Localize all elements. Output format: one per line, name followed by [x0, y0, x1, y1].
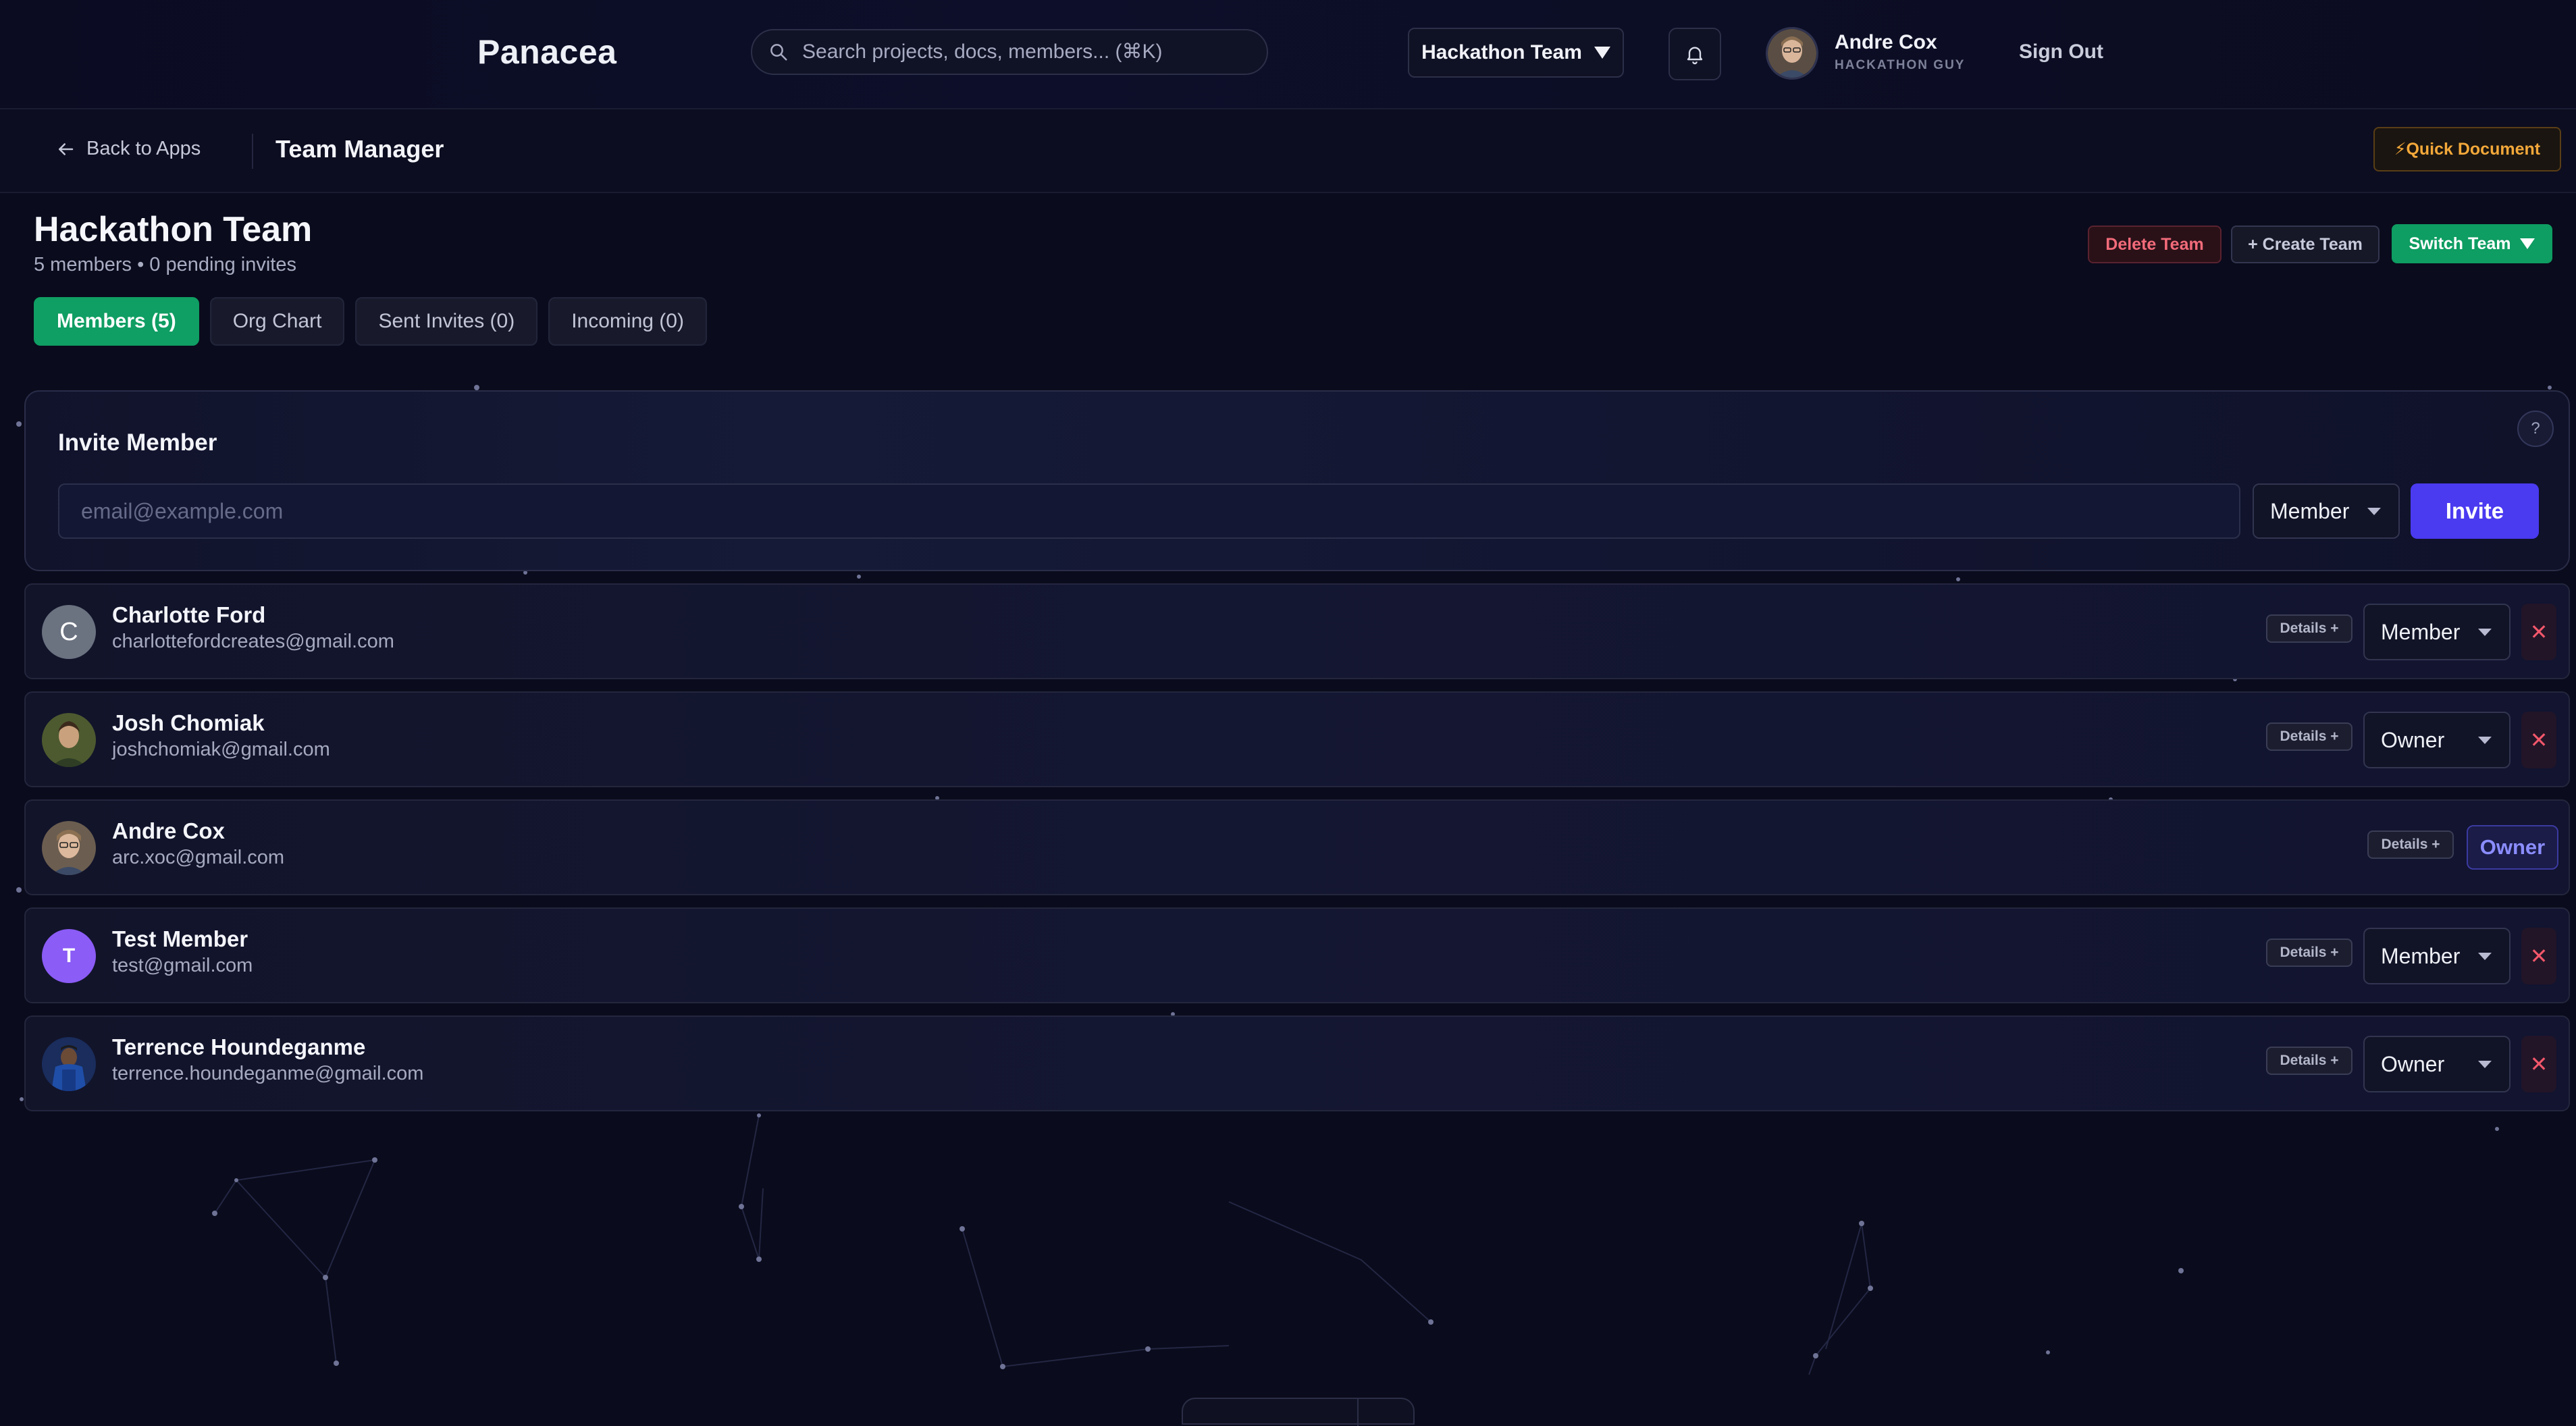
member-name: Charlotte Ford [112, 602, 266, 627]
member-details-button[interactable]: Details + [2266, 1047, 2352, 1075]
caret-down-icon [2520, 238, 2535, 249]
remove-member-button[interactable]: ✕ [2521, 928, 2556, 984]
member-role-value: Owner [2381, 1051, 2445, 1076]
member-photo-icon [42, 821, 96, 875]
tab-incoming[interactable]: Incoming (0) [548, 297, 707, 346]
member-photo-icon [42, 713, 96, 767]
user-name: Andre Cox [1835, 31, 1937, 53]
back-to-apps-label: Back to Apps [86, 138, 201, 159]
chevron-down-icon [2478, 629, 2492, 636]
remove-member-button[interactable]: ✕ [2521, 712, 2556, 768]
member-name: Test Member [112, 926, 248, 951]
member-details-button[interactable]: Details + [2266, 939, 2352, 967]
delete-team-button[interactable]: Delete Team [2088, 226, 2222, 263]
help-button[interactable]: ? [2517, 411, 2554, 447]
tab-sent-invites[interactable]: Sent Invites (0) [355, 297, 538, 346]
member-row: Andre Cox arc.xoc@gmail.com Details + Ow… [24, 799, 2570, 895]
switch-team-label: Switch Team [2409, 234, 2511, 253]
team-name-heading: Hackathon Team [34, 210, 313, 249]
invite-email-input[interactable] [58, 483, 2240, 539]
user-photo-icon [1768, 29, 1816, 78]
invite-member-card: Invite Member ? Member Invite [24, 390, 2570, 571]
member-name: Andre Cox [112, 818, 225, 843]
member-email: test@gmail.com [112, 955, 253, 976]
owner-role-badge: Owner [2467, 825, 2558, 870]
search-icon [770, 44, 787, 61]
chevron-down-icon [2478, 737, 2492, 744]
member-role-value: Member [2381, 943, 2461, 968]
member-email: charlottefordcreates@gmail.com [112, 631, 394, 652]
app-logo[interactable]: Panacea [477, 32, 616, 72]
chevron-down-icon [2367, 508, 2381, 515]
member-email: arc.xoc@gmail.com [112, 847, 285, 868]
chevron-down-icon [2478, 1061, 2492, 1068]
member-name: Terrence Houndeganme [112, 1034, 366, 1059]
avatar [42, 821, 96, 875]
member-photo-icon [42, 1037, 96, 1091]
member-role-select[interactable]: Owner [2363, 1036, 2511, 1092]
member-row: T Test Member test@gmail.com Details + M… [24, 907, 2570, 1003]
member-role-select[interactable]: Member [2363, 604, 2511, 660]
member-row: Josh Chomiak joshchomiak@gmail.com Detai… [24, 691, 2570, 787]
avatar: C [42, 605, 96, 659]
member-details-button[interactable]: Details + [2266, 722, 2352, 751]
sign-out-button[interactable]: Sign Out [2019, 41, 2103, 63]
user-role: HACKATHON GUY [1835, 58, 1966, 72]
team-selector-label: Hackathon Team [1421, 41, 1582, 63]
global-search[interactable] [751, 29, 1268, 75]
member-role-select[interactable]: Owner [2363, 712, 2511, 768]
page-subheader: Back to Apps Team Manager ⚡Quick Documen… [0, 109, 2576, 193]
member-email: terrence.houndeganme@gmail.com [112, 1063, 424, 1084]
member-details-button[interactable]: Details + [2266, 614, 2352, 643]
top-navigation-bar: Panacea Hackathon Team Andre Cox HACKATH… [0, 0, 2576, 109]
member-email: joshchomiak@gmail.com [112, 739, 330, 760]
team-member-summary: 5 members • 0 pending invites [34, 254, 296, 275]
back-to-apps-link[interactable]: Back to Apps [55, 138, 201, 160]
chevron-down-icon [2478, 953, 2492, 960]
remove-member-button[interactable]: ✕ [2521, 604, 2556, 660]
member-role-value: Owner [2381, 727, 2445, 752]
bottom-dock-tab[interactable] [1182, 1398, 1415, 1426]
member-row: C Charlotte Ford charlottefordcreates@gm… [24, 583, 2570, 679]
bell-icon [1687, 47, 1703, 65]
invite-button[interactable]: Invite [2411, 483, 2539, 539]
team-tabs: Members (5) Org Chart Sent Invites (0) I… [34, 297, 707, 346]
invite-role-value: Member [2270, 498, 2350, 523]
create-team-button[interactable]: + Create Team [2231, 226, 2380, 263]
member-details-button[interactable]: Details + [2367, 830, 2454, 859]
avatar: T [42, 929, 96, 983]
member-role-select[interactable]: Member [2363, 928, 2511, 984]
member-role-value: Member [2381, 619, 2461, 644]
switch-team-button[interactable]: Switch Team [2392, 224, 2552, 263]
member-name: Josh Chomiak [112, 710, 265, 735]
caret-down-icon [1594, 47, 1610, 59]
avatar [42, 1037, 96, 1091]
tab-org-chart[interactable]: Org Chart [209, 297, 345, 346]
subheader-divider [252, 134, 253, 169]
search-input[interactable] [801, 40, 1236, 64]
page-title: Team Manager [275, 135, 444, 163]
invite-member-heading: Invite Member [58, 429, 217, 456]
remove-member-button[interactable]: ✕ [2521, 1036, 2556, 1092]
tab-members[interactable]: Members (5) [34, 297, 199, 346]
notifications-button[interactable] [1668, 28, 1721, 80]
team-selector-dropdown[interactable]: Hackathon Team [1408, 28, 1624, 78]
quick-document-button[interactable]: ⚡Quick Document [2373, 127, 2561, 171]
user-avatar[interactable] [1766, 27, 1818, 80]
member-row: Terrence Houndeganme terrence.houndeganm… [24, 1015, 2570, 1111]
avatar [42, 713, 96, 767]
invite-role-select[interactable]: Member [2253, 483, 2400, 539]
arrow-left-icon [59, 142, 74, 155]
